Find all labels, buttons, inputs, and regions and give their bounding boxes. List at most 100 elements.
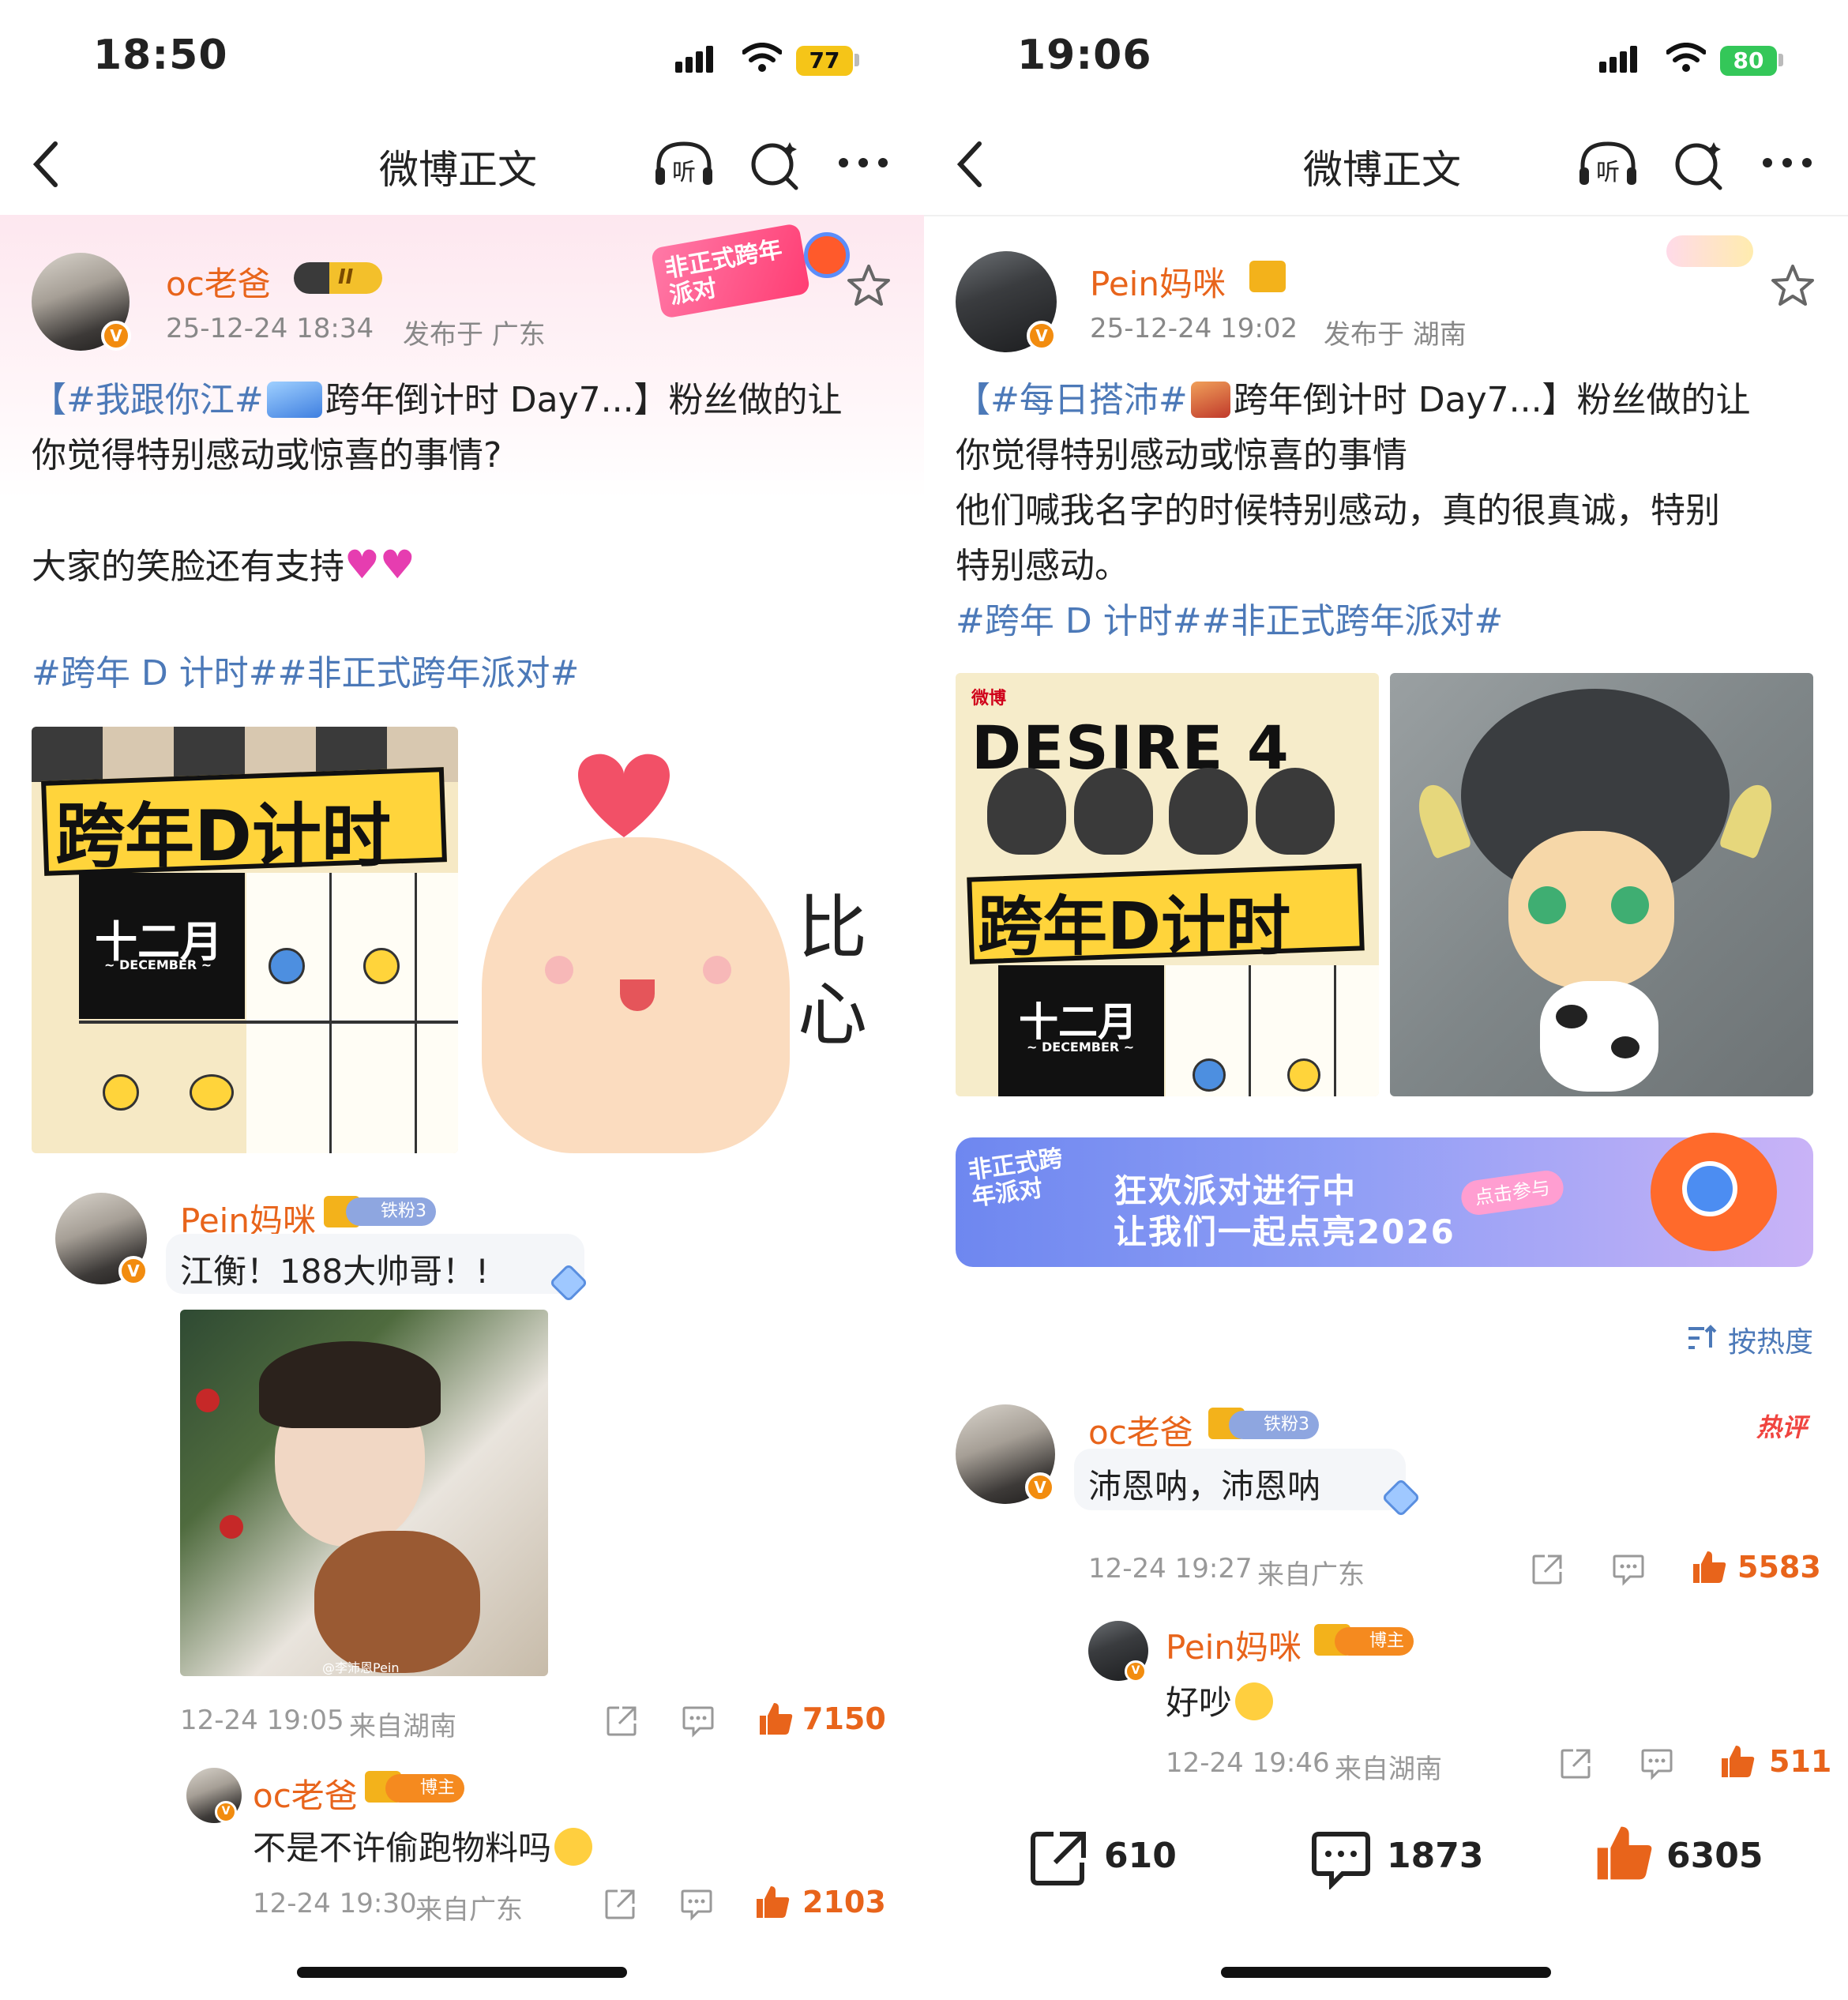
comment-icon[interactable] [681,1705,716,1738]
post-timestamp: 25-12-24 18:34 [166,313,374,344]
comment-icon[interactable] [1611,1553,1646,1586]
reply-time: 12-24 19:46 [1166,1747,1330,1779]
favorite-star-icon[interactable] [1769,262,1816,310]
sort-icon[interactable] [1687,1324,1717,1351]
post-author-name[interactable]: Pein妈咪 [1090,258,1226,306]
repost-count[interactable]: 610 [1104,1836,1177,1876]
svg-text:听: 听 [1596,159,1620,186]
hot-comment-label: 热评 [1756,1412,1808,1442]
post-author-name[interactable]: oc老爸 [166,258,271,306]
comment-icon[interactable] [679,1888,714,1921]
post-image-calendar[interactable]: 跨年D计时 十二月 ~ DECEMBER ~ [32,727,458,1153]
post-text-line3: 大家的笑脸还有支持♥♥ [32,542,415,588]
home-indicator[interactable] [297,1967,627,1978]
comment-text: 沛恩呐，沛恩呐 [1088,1467,1321,1506]
wifi-icon [742,43,782,72]
calendar-title: 跨年D计时 [55,795,392,877]
back-chevron-icon[interactable] [30,141,62,188]
more-options-icon[interactable] [1761,156,1813,169]
search-icon[interactable] [749,139,801,191]
comment-count[interactable]: 1873 [1387,1836,1483,1876]
post-hashtags[interactable]: #跨年 D 计时##非正式跨年派对# [32,646,579,701]
comment-author[interactable]: oc老爸 [1088,1406,1193,1454]
post-text-line2: 你觉得特别感动或惊喜的事情 [956,435,1407,476]
reply-author[interactable]: oc老爸 [253,1769,358,1818]
battery-cap [855,54,859,66]
banner-logo: 非正式跨年派对 [966,1144,1065,1212]
sort-label[interactable]: 按热度 [1728,1319,1813,1360]
post-text-line1: 【#我跟你江# 跨年倒计时 Day7...】粉丝做的让 [32,380,843,420]
like-thumb-icon[interactable] [1592,1821,1655,1885]
post-location: 发布于 广东 [403,319,546,351]
page-title: 微博正文 [379,147,537,193]
post-hashtags[interactable]: #跨年 D 计时##非正式跨年派对# [956,594,1503,649]
verified-badge-icon: V [1125,1660,1147,1682]
home-indicator[interactable] [1221,1967,1551,1978]
scared-emoji-icon [554,1828,593,1866]
repost-icon[interactable] [1531,1553,1564,1586]
post-image-sticker[interactable]: 比心 [466,727,892,1153]
post-text-line1: 【#每日搭沛# 跨年倒计时 Day7...】粉丝做的让 [956,380,1751,420]
like-count[interactable]: 6305 [1666,1836,1763,1876]
reply-author[interactable]: Pein妈咪 [1166,1621,1301,1669]
post-topic-link[interactable]: 【#我跟你江# [32,380,264,420]
crown-icon [1249,261,1286,292]
repost-icon[interactable] [603,1888,637,1921]
repost-icon[interactable] [605,1705,638,1738]
fan-level-badge: 铁粉3 [346,1197,436,1226]
guitar-emoji-icon [1190,382,1230,418]
right-screen: 19:06 80 微博正文 听 V Pein妈咪 25-12-24 19:02 … [924,0,1848,2000]
left-screen: 18:50 77 微博正文 听 V oc老爸 II 25-12-24 18:34… [0,0,924,2000]
nav-divider [924,215,1848,216]
status-time: 18:50 [93,32,228,79]
comment-icon[interactable] [1640,1747,1674,1780]
comment-icon[interactable] [1309,1829,1373,1889]
listen-headphones-icon[interactable]: 听 [652,139,716,190]
blogger-badge: 博主 [385,1774,465,1803]
verified-badge-icon: V [215,1801,237,1823]
sticker-text: 比心 [798,887,868,1055]
like-thumb-icon[interactable] [1718,1742,1756,1780]
diamond-sticker-icon [1383,1479,1419,1516]
comment-source: 来自广东 [1257,1559,1365,1591]
favorite-star-icon[interactable] [845,262,892,310]
post-image-cartoon[interactable] [1390,673,1813,1096]
poster-title: 跨年D计时 [978,889,1291,964]
battery-icon: 80 [1720,46,1777,76]
like-thumb-icon[interactable] [757,1700,794,1738]
post-timestamp: 25-12-24 19:02 [1090,313,1298,344]
back-chevron-icon[interactable] [954,141,986,188]
listen-headphones-icon[interactable]: 听 [1576,139,1640,190]
search-icon[interactable] [1673,139,1725,191]
fan-level-badge: 铁粉3 [1229,1411,1319,1439]
page-title: 微博正文 [1303,147,1461,193]
like-thumb-icon[interactable] [753,1883,791,1921]
poster-month-en: ~ DECEMBER ~ [1027,1039,1135,1055]
repost-icon[interactable] [1559,1747,1592,1780]
event-badge[interactable]: 非正式跨年派对 [650,223,853,319]
post-topic-link[interactable]: 【#每日搭沛# [956,380,1188,420]
banner-cta-button[interactable]: 点击参与 [1459,1168,1566,1217]
more-options-icon[interactable] [837,156,889,169]
reply-like-count: 2103 [802,1885,886,1919]
comment-time: 12-24 19:27 [1088,1553,1253,1585]
reply-time: 12-24 19:30 [253,1888,417,1919]
event-banner[interactable]: 非正式跨年派对 狂欢派对进行中 让我们一起点亮2026 点击参与 [956,1133,1813,1267]
sticker-heart-icon [578,754,670,837]
battery-cap [1779,54,1783,66]
post-location: 发布于 湖南 [1324,319,1467,351]
repost-icon[interactable] [1028,1829,1090,1888]
shush-emoji-icon [1235,1682,1274,1720]
member-level-text: II [338,265,354,289]
post-image-poster[interactable]: 微博 DESIRE 4 跨年D计时 十二月 ~ DECEMBER ~ [956,673,1379,1096]
wave-emoji-icon [266,382,322,418]
post-text-line3: 他们喊我名字的时候特别感动，真的很真诚，特别 [956,491,1720,531]
svg-text:听: 听 [672,159,696,186]
comment-image[interactable]: @李沛恩Pein [180,1310,548,1676]
heart-emoji-icon: ♥♥ [344,542,415,588]
wifi-icon [1666,43,1706,72]
post-text-line2: 你觉得特别感动或惊喜的事情? [32,435,502,476]
reply-source: 来自湖南 [1335,1754,1442,1785]
like-thumb-icon[interactable] [1690,1548,1728,1586]
image-watermark: @李沛恩Pein [322,1660,400,1675]
